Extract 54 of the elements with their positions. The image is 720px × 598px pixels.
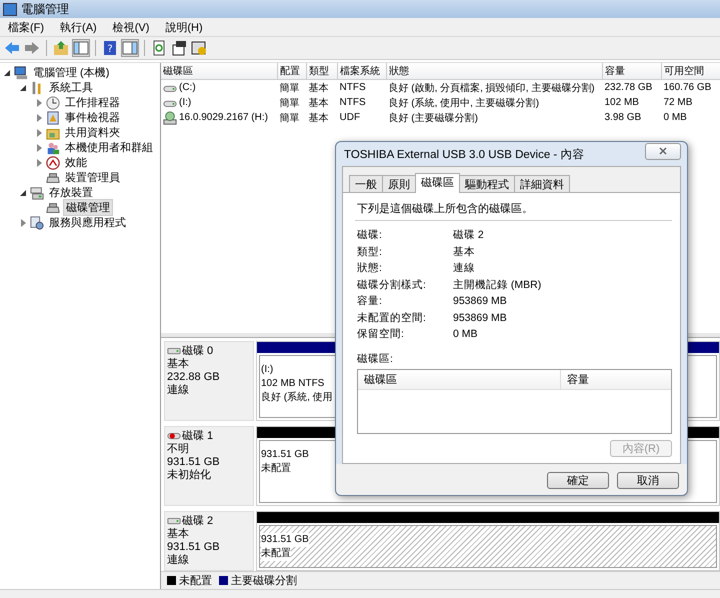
disk-name: 磁碟 2	[182, 514, 214, 528]
description-text: 下列是這個磁碟上所包含的磁碟區。	[356, 202, 534, 217]
disk-detail: 931.51 GB	[167, 456, 221, 468]
property-value: 磁碟 2	[453, 228, 484, 242]
property-label: 磁碟分割樣式:	[357, 278, 427, 292]
disk-name: 磁碟 0	[182, 344, 214, 358]
table-cell: 232.78 GB	[602, 80, 662, 95]
table-cell-text: 簡單	[278, 112, 300, 125]
property-value: 連線	[453, 261, 475, 276]
table-cell-text: 72 MB	[662, 96, 694, 110]
table-cell-text: 基本	[308, 112, 330, 125]
property-label: 保留空間:	[357, 327, 405, 342]
partition-detail: 未配置	[261, 547, 291, 561]
table-cell-text: 良好 (主要磁碟分割)	[388, 112, 479, 125]
property-value: 基本	[453, 244, 475, 259]
table-cell-text: 良好 (系統, 使用中, 主要磁碟分割)	[388, 96, 540, 110]
table-cell: 基本	[306, 80, 338, 95]
legend-label: 主要磁碟分割	[231, 574, 297, 588]
table-cell-text: 0 MB	[662, 111, 688, 125]
table-cell-text: 3.98 GB	[604, 111, 642, 125]
property-value: 953869 MB	[453, 295, 507, 308]
partition-detail: (I:)	[261, 363, 274, 377]
property-label: 狀態:	[357, 261, 383, 276]
table-cell: NTFS	[338, 80, 386, 95]
disk-detail: 連線	[167, 554, 190, 567]
disk-detail: 基本	[167, 528, 190, 541]
property-label: 容量:	[357, 294, 383, 308]
disk-detail: 基本	[167, 358, 190, 371]
table-cell: 160.76 GB	[662, 80, 720, 95]
disk-detail: 931.51 GB	[167, 541, 221, 554]
disk-detail: 連線	[167, 384, 190, 397]
partition-detail: 良好 (系統, 使用	[261, 391, 333, 405]
property-value: 0 MB	[453, 328, 478, 340]
table-cell: 良好 (啟動, 分頁檔案, 損毀傾印, 主要磁碟分割)	[386, 80, 602, 95]
disk-detail: 未初始化	[167, 469, 212, 482]
window-title: 電腦管理	[21, 0, 69, 18]
dialog-title: TOSHIBA External USB 3.0 USB Device - 內容	[344, 147, 584, 162]
disk-name: 磁碟 1	[182, 429, 214, 443]
disk-detail: 不明	[167, 443, 190, 456]
property-value: 主開機記錄 (MBR)	[453, 278, 542, 292]
table-cell-text: 簡單	[278, 96, 300, 110]
property-label: 類型:	[357, 244, 383, 259]
legend-label: 未配置	[179, 574, 212, 588]
volumes-label: 磁碟區:	[357, 352, 394, 366]
table-cell-text: 基本	[308, 96, 330, 110]
property-label: 磁碟:	[357, 228, 383, 242]
table-cell: 簡單	[278, 80, 306, 95]
table-cell-text: UDF	[338, 111, 362, 125]
property-value: 953869 MB	[453, 312, 507, 324]
disk-detail: 232.88 GB	[167, 371, 221, 384]
table-cell-text: 102 MB	[604, 96, 640, 110]
partition-detail: 931.51 GB	[261, 533, 309, 547]
table-cell-text: NTFS	[338, 96, 367, 110]
property-label: 未配置的空間:	[357, 310, 427, 325]
